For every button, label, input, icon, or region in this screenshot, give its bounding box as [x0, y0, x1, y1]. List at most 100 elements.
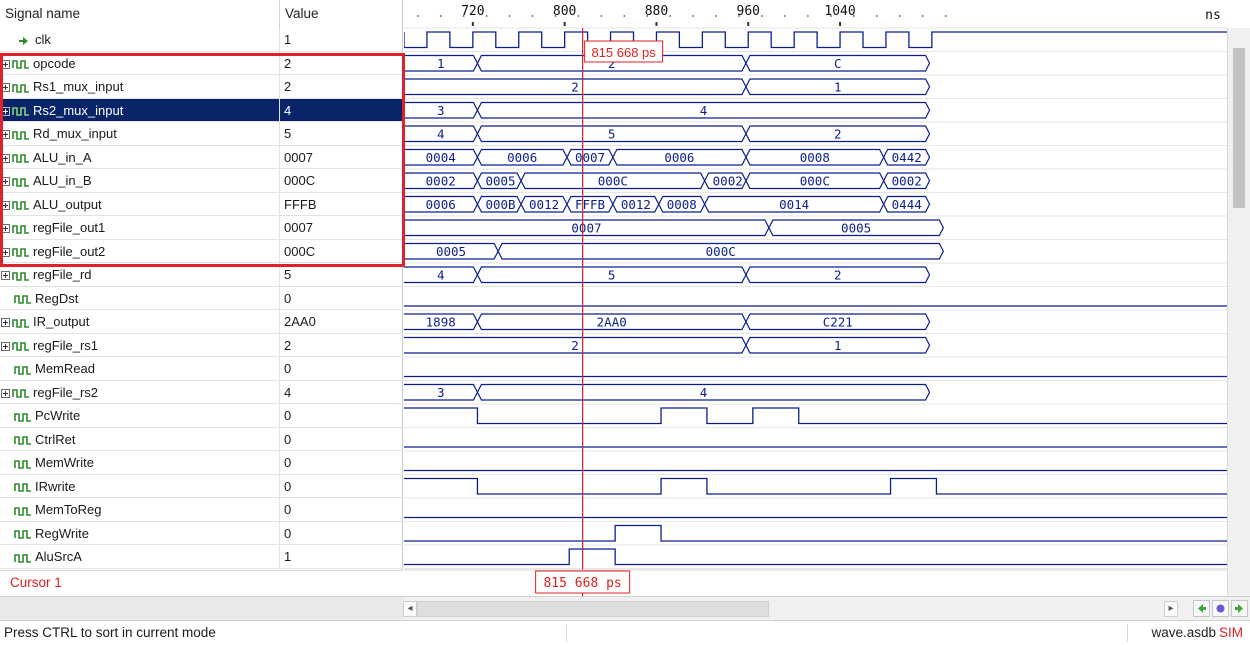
bus-value-label: 0005	[485, 173, 515, 188]
signal-row[interactable]: PcWrite 0	[0, 404, 403, 428]
signal-name-cell[interactable]: regFile_out2	[0, 239, 280, 262]
signal-row[interactable]: clk 1	[0, 28, 403, 52]
signal-row[interactable]: opcode 2	[0, 51, 403, 75]
scroll-right-button[interactable]: ▸	[1164, 601, 1178, 617]
bus-value-label: 0004	[426, 150, 456, 165]
signal-row[interactable]: regFile_out1 0007	[0, 216, 403, 240]
signal-name-cell[interactable]: regFile_rd	[0, 263, 280, 286]
signal-row[interactable]: Rd_mux_input 5	[0, 122, 403, 146]
signal-name-cell[interactable]: ALU_in_B	[0, 169, 280, 192]
signal-value-cell: 1	[284, 549, 292, 564]
signal-name-cell[interactable]: MemWrite	[0, 451, 280, 474]
signal-row[interactable]: MemRead 0	[0, 357, 403, 381]
plus-box-icon[interactable]	[1, 318, 10, 328]
signal-row[interactable]: ALU_in_A 0007	[0, 145, 403, 169]
prev-transition-icon[interactable]	[1193, 600, 1210, 617]
ruler-tick	[563, 22, 566, 26]
plus-box-icon[interactable]	[1, 83, 10, 93]
signal-row[interactable]: Rs1_mux_input 2	[0, 75, 403, 99]
horizontal-scrollbar[interactable]: ◂ ▸	[403, 596, 1250, 620]
signal-name-cell[interactable]: Rd_mux_input	[0, 122, 280, 145]
wave-regFile_rd[interactable]: 4 5 2	[404, 266, 931, 284]
wave-regFile_out2[interactable]: 0005 000C	[404, 242, 945, 260]
wave-clk[interactable]	[404, 31, 1227, 49]
horizontal-scroll-thumb[interactable]	[417, 601, 769, 617]
signal-row[interactable]: regFile_rs2 4	[0, 380, 403, 404]
signal-name-cell[interactable]: regFile_out1	[0, 216, 280, 239]
signal-name-cell[interactable]: PcWrite	[0, 404, 280, 427]
wave-opcode[interactable]: 12C	[404, 54, 931, 72]
waveform-pane[interactable]: 720 800 880 960 1040 ns 1 2 C 2 1 3 4 4 5 2 0004 0006 0007…	[404, 0, 1227, 596]
signal-row[interactable]: ALU_output FFFB	[0, 192, 403, 216]
signal-row[interactable]: ALU_in_B 000C	[0, 169, 403, 193]
signal-row[interactable]: AluSrcA 1	[0, 545, 403, 569]
signal-name-cell[interactable]: regFile_rs2	[0, 380, 280, 403]
plus-box-icon[interactable]	[1, 130, 10, 140]
signal-name-header[interactable]: Signal name	[0, 0, 280, 28]
signal-name-cell[interactable]: regFile_rs1	[0, 333, 280, 356]
vertical-scrollbar[interactable]	[1227, 28, 1250, 596]
signal-name-cell[interactable]: MemRead	[0, 357, 280, 380]
wave-RegWrite[interactable]	[404, 524, 1227, 542]
signal-name-cell[interactable]: IRwrite	[0, 474, 280, 497]
plus-box-icon[interactable]	[1, 177, 10, 187]
wave-regFile_out1[interactable]: 0007 0005	[404, 219, 945, 237]
wave-AluSrcA[interactable]	[404, 548, 1227, 566]
plus-box-icon[interactable]	[1, 247, 10, 257]
signal-row[interactable]: regFile_out2 000C	[0, 239, 403, 263]
plus-box-icon[interactable]	[1, 59, 10, 69]
signal-name-cell[interactable]: Rs1_mux_input	[0, 75, 280, 98]
scroll-left-button[interactable]: ◂	[403, 601, 417, 617]
signal-row[interactable]: RegWrite 0	[0, 521, 403, 545]
signal-name-cell[interactable]: RegWrite	[0, 521, 280, 544]
signal-name-cell[interactable]: IR_output	[0, 310, 280, 333]
plus-box-icon[interactable]	[1, 271, 10, 281]
plus-box-icon[interactable]	[1, 106, 10, 116]
wave-Rs2_mux_input[interactable]: 34	[404, 101, 931, 119]
wave-ALU_in_A[interactable]: 0004 0006 0007 0006 0008 0442	[404, 148, 931, 166]
wave-regFile_rs1[interactable]: 21	[404, 336, 931, 354]
plus-box-icon[interactable]	[1, 200, 10, 210]
wave-ALU_in_B[interactable]: 0002 0005 000C 0002 000C 0002	[404, 172, 931, 190]
signal-row[interactable]: Rs2_mux_input 4	[0, 98, 403, 122]
bus-value-label: 000B	[485, 197, 515, 212]
wave-ALU_output[interactable]: 0006 000B 0012 FFFB 0012 0008 0014 0444	[404, 195, 931, 213]
wave-Rd_mux_input[interactable]: 4 5 2	[404, 125, 931, 143]
signal-row[interactable]: MemToReg 0	[0, 498, 403, 522]
wave-IRwrite[interactable]	[404, 477, 1227, 495]
signal-row[interactable]: IR_output 2AA0	[0, 310, 403, 334]
signal-row[interactable]: MemWrite 0	[0, 451, 403, 475]
signal-name-cell[interactable]: Rs2_mux_input	[0, 98, 280, 121]
bit-trace	[404, 548, 1227, 566]
wave-PcWrite[interactable]	[404, 407, 1227, 425]
next-transition-icon[interactable]	[1231, 600, 1248, 617]
cursor-1[interactable]: 815 668 ps 815 668 ps	[535, 28, 664, 596]
waveform-canvas[interactable]: 720 800 880 960 1040 ns1 2 C2 13 44 5 20004 0006 0007…	[404, 0, 1227, 596]
wave-regFile_rs2[interactable]: 34	[404, 383, 931, 401]
plus-box-icon[interactable]	[1, 388, 10, 398]
signal-row[interactable]: regFile_rd 5	[0, 263, 403, 287]
signal-row[interactable]: CtrlRet 0	[0, 427, 403, 451]
plus-box-icon[interactable]	[1, 153, 10, 163]
signal-name-cell[interactable]: opcode	[0, 51, 280, 74]
signal-name-cell[interactable]: RegDst	[0, 286, 280, 309]
signal-row[interactable]: regFile_rs1 2	[0, 333, 403, 357]
signal-name-cell[interactable]: ALU_in_A	[0, 145, 280, 168]
center-cursor-icon[interactable]	[1212, 600, 1229, 617]
waveform-icon	[14, 293, 32, 305]
signal-name-cell[interactable]: clk	[0, 28, 280, 51]
signal-name-cell[interactable]: MemToReg	[0, 498, 280, 521]
plus-box-icon[interactable]	[1, 224, 10, 234]
vertical-scroll-thumb[interactable]	[1233, 48, 1245, 208]
signal-row[interactable]: RegDst 0	[0, 286, 403, 310]
plus-box-icon[interactable]	[1, 341, 10, 351]
signal-name-cell[interactable]: AluSrcA	[0, 545, 280, 568]
value-header[interactable]: Value	[280, 0, 403, 28]
cursor-time-label: 815 668 ps	[543, 576, 621, 591]
signal-name-cell[interactable]: CtrlRet	[0, 427, 280, 450]
bus-value-label: 0002	[426, 173, 456, 188]
wave-IR_output[interactable]: 1898 2AA0 C221	[404, 313, 931, 331]
signal-name-cell[interactable]: ALU_output	[0, 192, 280, 215]
wave-Rs1_mux_input[interactable]: 21	[404, 78, 931, 96]
signal-row[interactable]: IRwrite 0	[0, 474, 403, 498]
